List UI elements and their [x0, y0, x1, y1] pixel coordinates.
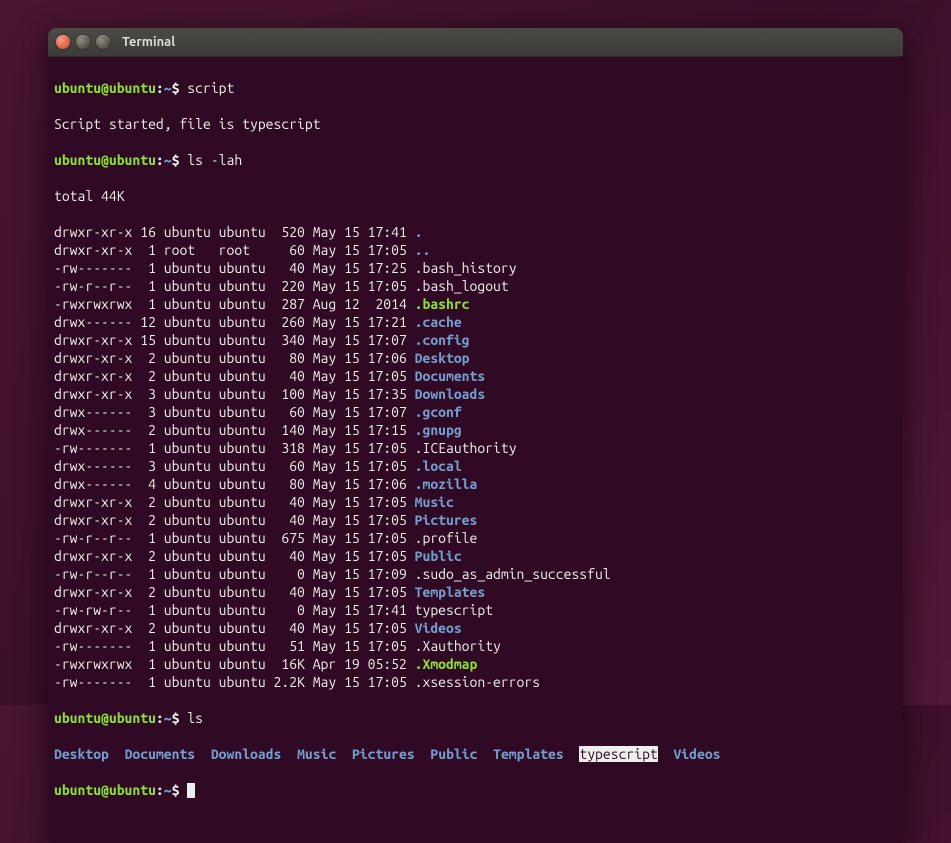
file-name: Pictures [352, 746, 415, 762]
list-item: drwx------ 12 ubuntu ubuntu 260 May 15 1… [54, 313, 897, 331]
file-name: .bashrc [415, 296, 470, 312]
list-item: drwxr-xr-x 16 ubuntu ubuntu 520 May 15 1… [54, 223, 897, 241]
file-name: . [415, 224, 423, 240]
close-icon[interactable] [56, 35, 70, 49]
file-name: .gconf [415, 404, 462, 420]
terminal-window: Terminal ubuntu@ubuntu:~$ script Script … [48, 28, 903, 843]
list-item: drwxr-xr-x 1 root root 60 May 15 17:05 .… [54, 241, 897, 259]
prompt-line: ubuntu@ubuntu:~$ [54, 781, 897, 799]
list-item: -rwxrwxrwx 1 ubuntu ubuntu 287 Aug 12 20… [54, 295, 897, 313]
file-name: .sudo_as_admin_successful [415, 566, 611, 582]
list-item: -rw-r--r-- 1 ubuntu ubuntu 675 May 15 17… [54, 529, 897, 547]
list-item: -rw------- 1 ubuntu ubuntu 40 May 15 17:… [54, 259, 897, 277]
file-name: Documents [125, 746, 196, 762]
file-name: .cache [415, 314, 462, 330]
list-item: drwxr-xr-x 2 ubuntu ubuntu 40 May 15 17:… [54, 511, 897, 529]
file-name: .local [415, 458, 462, 474]
file-name: .config [415, 332, 470, 348]
file-name: Public [430, 746, 477, 762]
file-name: .xsession-errors [415, 674, 540, 690]
file-name: Music [297, 746, 336, 762]
long-listing: drwxr-xr-x 16 ubuntu ubuntu 520 May 15 1… [54, 223, 897, 691]
file-name: Templates [493, 746, 564, 762]
file-name: Documents [415, 368, 486, 384]
file-name: typescript [415, 602, 493, 618]
list-item: drwxr-xr-x 2 ubuntu ubuntu 40 May 15 17:… [54, 619, 897, 637]
file-name: .mozilla [415, 476, 478, 492]
file-name: typescript [579, 746, 657, 762]
list-item: drwxr-xr-x 2 ubuntu ubuntu 40 May 15 17:… [54, 493, 897, 511]
titlebar[interactable]: Terminal [48, 28, 903, 57]
list-item: -rw------- 1 ubuntu ubuntu 51 May 15 17:… [54, 637, 897, 655]
file-name: Templates [415, 584, 486, 600]
list-item: drwxr-xr-x 2 ubuntu ubuntu 80 May 15 17:… [54, 349, 897, 367]
file-name: Desktop [415, 350, 470, 366]
short-listing: Desktop Documents Downloads Music Pictur… [54, 745, 897, 763]
list-item: -rw------- 1 ubuntu ubuntu 2.2K May 15 1… [54, 673, 897, 691]
list-item: drwx------ 3 ubuntu ubuntu 60 May 15 17:… [54, 403, 897, 421]
command-input: ls [187, 710, 203, 726]
window-title: Terminal [122, 35, 175, 49]
prompt-userhost: ubuntu@ubuntu [54, 80, 156, 96]
list-item: -rw------- 1 ubuntu ubuntu 318 May 15 17… [54, 439, 897, 457]
prompt-path: ~ [164, 80, 172, 96]
file-name: .profile [415, 530, 478, 546]
file-name: .. [415, 242, 431, 258]
file-name: .gnupg [415, 422, 462, 438]
command-input: script [187, 80, 234, 96]
command-input: ls -lah [187, 152, 242, 168]
list-item: drwxr-xr-x 3 ubuntu ubuntu 100 May 15 17… [54, 385, 897, 403]
file-name: .bash_logout [415, 278, 509, 294]
file-name: Desktop [54, 746, 109, 762]
file-name: Pictures [415, 512, 478, 528]
list-item: drwx------ 2 ubuntu ubuntu 140 May 15 17… [54, 421, 897, 439]
list-item: -rw-r--r-- 1 ubuntu ubuntu 220 May 15 17… [54, 277, 897, 295]
minimize-icon[interactable] [76, 35, 90, 49]
file-name: Music [415, 494, 454, 510]
terminal-body[interactable]: ubuntu@ubuntu:~$ script Script started, … [48, 57, 903, 843]
file-name: .Xauthority [415, 638, 501, 654]
file-name: Public [415, 548, 462, 564]
list-item: -rw-rw-r-- 1 ubuntu ubuntu 0 May 15 17:4… [54, 601, 897, 619]
file-name: Videos [415, 620, 462, 636]
list-item: drwx------ 4 ubuntu ubuntu 80 May 15 17:… [54, 475, 897, 493]
list-item: drwxr-xr-x 15 ubuntu ubuntu 340 May 15 1… [54, 331, 897, 349]
file-name: .bash_history [415, 260, 517, 276]
prompt-line: ubuntu@ubuntu:~$ script [54, 79, 897, 97]
list-item: -rwxrwxrwx 1 ubuntu ubuntu 16K Apr 19 05… [54, 655, 897, 673]
file-name: .ICEauthority [415, 440, 517, 456]
list-item: -rw-r--r-- 1 ubuntu ubuntu 0 May 15 17:0… [54, 565, 897, 583]
list-item: drwxr-xr-x 2 ubuntu ubuntu 40 May 15 17:… [54, 547, 897, 565]
file-name: Downloads [415, 386, 486, 402]
list-item: drwxr-xr-x 2 ubuntu ubuntu 40 May 15 17:… [54, 583, 897, 601]
maximize-icon[interactable] [96, 35, 110, 49]
prompt-line: ubuntu@ubuntu:~$ ls -lah [54, 151, 897, 169]
file-name: .Xmodmap [415, 656, 478, 672]
prompt-line: ubuntu@ubuntu:~$ ls [54, 709, 897, 727]
file-name: Downloads [211, 746, 282, 762]
file-name: Videos [673, 746, 720, 762]
list-item: drwx------ 3 ubuntu ubuntu 60 May 15 17:… [54, 457, 897, 475]
total-line: total 44K [54, 187, 897, 205]
list-item: drwxr-xr-x 2 ubuntu ubuntu 40 May 15 17:… [54, 367, 897, 385]
cursor-icon [187, 783, 195, 798]
script-started-msg: Script started, file is typescript [54, 115, 897, 133]
